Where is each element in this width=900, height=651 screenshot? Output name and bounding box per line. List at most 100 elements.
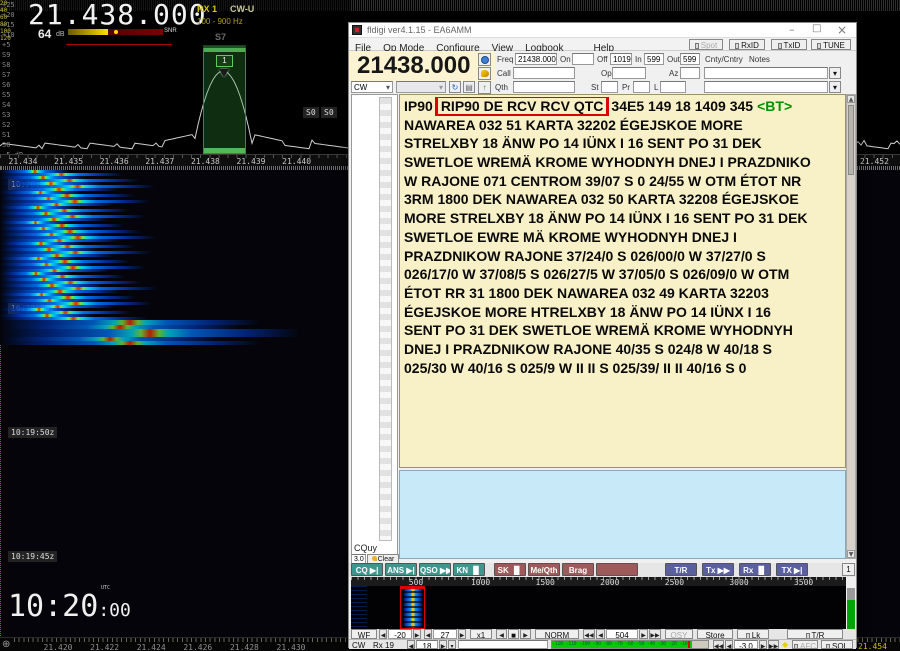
- submode-selector[interactable]: ▾: [396, 81, 446, 93]
- lookup-globe-icon[interactable]: [478, 53, 491, 66]
- scrollbar-thumb[interactable]: [848, 105, 854, 175]
- lock-button[interactable]: Lk: [737, 629, 769, 639]
- macro-button-qso[interactable]: QSO ▶▶: [419, 563, 451, 576]
- wf-mode-button[interactable]: WF: [351, 629, 377, 639]
- locator-field[interactable]: [704, 81, 828, 93]
- sql-button[interactable]: SQL: [821, 640, 853, 649]
- logbook-icon[interactable]: ▤: [463, 81, 475, 93]
- save-qso-icon[interactable]: ↑: [478, 81, 491, 94]
- txid-button[interactable]: TxID: [771, 39, 807, 50]
- scroll-up-icon[interactable]: ▲: [847, 95, 855, 103]
- off-field[interactable]: 1019: [610, 53, 632, 65]
- call-field[interactable]: [513, 67, 575, 79]
- fldigi-window[interactable]: fldigi ver4.1.15 - EA6AMM – □ × FileOp M…: [348, 22, 857, 648]
- wf-speed-button[interactable]: NORM: [535, 629, 579, 639]
- tr-button[interactable]: T/R: [787, 629, 843, 639]
- minimize-button[interactable]: –: [789, 23, 795, 36]
- mode-selector[interactable]: CW▾: [351, 81, 393, 93]
- tx-offset-value[interactable]: -3.0: [734, 640, 758, 649]
- macro-button-t-r[interactable]: T/R: [665, 563, 697, 576]
- rxid-button[interactable]: RxID: [729, 39, 765, 50]
- arrow-left-icon[interactable]: ◀: [596, 629, 605, 639]
- country-field[interactable]: [704, 67, 828, 79]
- az-field[interactable]: [680, 67, 700, 79]
- mode-label[interactable]: CW-U: [230, 4, 254, 14]
- vfo-frequency[interactable]: 21.438.000: [28, 0, 207, 31]
- country-dropdown-icon[interactable]: ▾: [829, 67, 841, 79]
- notes-label[interactable]: Notes: [749, 55, 770, 64]
- macro-button-me-qth[interactable]: Me/Qth: [528, 563, 560, 576]
- arrow-right-icon[interactable]: ▶: [639, 629, 648, 639]
- arrow-right-icon[interactable]: ▶: [413, 629, 421, 639]
- rx-scrollbar[interactable]: ▲ ▼: [846, 94, 856, 559]
- macro-button-ans[interactable]: ANS ▶|: [385, 563, 417, 576]
- double-arrow-right-icon[interactable]: ▶▶: [649, 629, 661, 639]
- out-field[interactable]: 599: [680, 53, 700, 65]
- macro-button-cq[interactable]: CQ ▶|: [351, 563, 383, 576]
- macro-button-blank[interactable]: [596, 563, 638, 576]
- arrow-left-icon[interactable]: ◀: [424, 629, 432, 639]
- st-field[interactable]: [601, 81, 618, 93]
- close-button[interactable]: ×: [837, 23, 847, 37]
- spot-button[interactable]: Spot: [689, 39, 723, 50]
- on-field[interactable]: [572, 53, 594, 65]
- wf-lower-value[interactable]: -20: [388, 629, 412, 639]
- tx-text-area[interactable]: [399, 470, 846, 559]
- vfo-panel: 21.438.000 RX 1 CW-U 100 - 900 Hz 64 dB …: [0, 0, 350, 48]
- double-arrow-right-icon[interactable]: ▶▶: [768, 640, 779, 649]
- arrow-right-icon[interactable]: ▶: [520, 629, 531, 639]
- afc-button[interactable]: AFC: [792, 640, 818, 649]
- macro-button-kn[interactable]: KN ▐▌: [453, 563, 485, 576]
- qth-field[interactable]: [513, 81, 575, 93]
- scroll-down-icon[interactable]: ▼: [847, 550, 855, 558]
- in-field[interactable]: 599: [644, 53, 664, 65]
- arrow-left-icon[interactable]: ◀: [496, 629, 507, 639]
- freq-field[interactable]: 21438.000: [515, 53, 557, 65]
- fldigi-waterfall[interactable]: [351, 586, 846, 629]
- l-field[interactable]: [660, 81, 686, 93]
- carrier-frequency[interactable]: 504: [606, 629, 638, 639]
- qsy-button[interactable]: QSY: [665, 629, 693, 639]
- wf-stop-button[interactable]: ■: [508, 629, 519, 639]
- macro-button-rx[interactable]: Rx ▐▌: [739, 563, 771, 576]
- frequency-display[interactable]: 21438.000: [357, 52, 470, 80]
- maximize-button[interactable]: □: [812, 23, 821, 34]
- wf-cursor-box[interactable]: [400, 586, 425, 629]
- macro-button-brag[interactable]: Brag: [562, 563, 594, 576]
- signal-meter-fill: [68, 29, 108, 35]
- arrow-right-icon[interactable]: ▶: [759, 640, 767, 649]
- chevron-down-icon[interactable]: ▾: [448, 640, 456, 649]
- macro-button-tx[interactable]: Tx ▶▶: [702, 563, 734, 576]
- double-arrow-left-icon[interactable]: ◀◀: [713, 640, 724, 649]
- macro-pager-button[interactable]: 1: [842, 563, 855, 576]
- macro-button-tx[interactable]: TX ▶|: [776, 563, 808, 576]
- title-bar[interactable]: fldigi ver4.1.15 - EA6AMM – □ ×: [349, 23, 856, 38]
- wf-range-value[interactable]: 27: [433, 629, 457, 639]
- rx-filter-band[interactable]: 1: [203, 45, 246, 154]
- locator-dropdown-icon[interactable]: ▾: [829, 81, 841, 93]
- wpm-value[interactable]: 18: [416, 640, 438, 649]
- store-button[interactable]: Store: [697, 629, 733, 639]
- browser-squelch-slider[interactable]: [379, 97, 392, 541]
- arrow-right-icon[interactable]: ▶: [439, 640, 447, 649]
- arrow-right-icon[interactable]: ▶: [458, 629, 466, 639]
- double-arrow-left-icon[interactable]: ◀◀: [583, 629, 595, 639]
- arrow-left-icon[interactable]: ◀: [725, 640, 733, 649]
- cnty-label[interactable]: Cnty/Cntry: [705, 55, 743, 64]
- smeter-label: +15: [2, 21, 15, 29]
- wf-zoom-button[interactable]: x1: [470, 629, 492, 639]
- arrow-left-icon[interactable]: ◀: [407, 640, 415, 649]
- smeter-label: S0: [2, 141, 10, 149]
- status-mode[interactable]: CW: [352, 641, 365, 650]
- level-unit: dB: [56, 31, 65, 38]
- pr-field[interactable]: [633, 81, 650, 93]
- passband-edge-line: [0, 345, 1, 637]
- zoom-button[interactable]: ⊕: [2, 639, 10, 650]
- rx-text-area[interactable]: IP90RIP90 DE RCV RCV QTC34E5 149 18 1409…: [399, 94, 846, 468]
- tune-button[interactable]: TUNE: [811, 39, 851, 50]
- op-field[interactable]: [612, 67, 646, 79]
- macro-button-sk[interactable]: SK ▐▌: [494, 563, 526, 576]
- clear-fields-icon[interactable]: [478, 67, 491, 80]
- reset-icon[interactable]: ↻: [449, 81, 461, 93]
- arrow-left-icon[interactable]: ◀: [379, 629, 387, 639]
